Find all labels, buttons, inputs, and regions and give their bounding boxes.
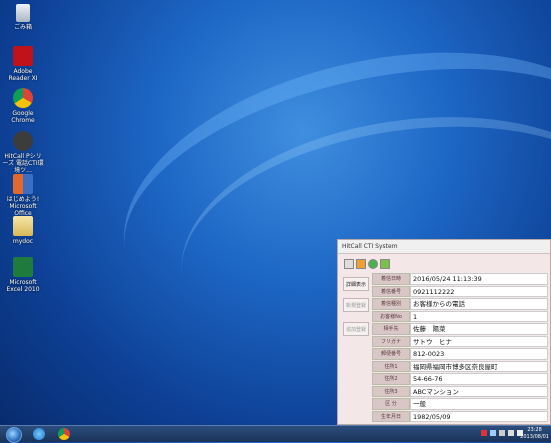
- field-value[interactable]: 0921112222: [410, 285, 548, 297]
- tray-app-icon[interactable]: [481, 430, 487, 436]
- detail-view-button[interactable]: 詳細表示: [343, 277, 369, 291]
- field-label: 住所1: [372, 360, 410, 372]
- table-row: 区 分一般: [372, 398, 548, 410]
- field-value[interactable]: 812-0023: [410, 348, 548, 360]
- network-icon[interactable]: [508, 430, 514, 436]
- field-value[interactable]: サトウ ヒナ: [410, 335, 548, 347]
- field-value[interactable]: 福岡県福岡市博多区奈良屋町: [410, 360, 548, 372]
- desktop-icon-office[interactable]: はじめよう! Microsoft Office: [2, 174, 44, 217]
- clock-date: 2013/08/01: [520, 434, 549, 440]
- field-value[interactable]: 1: [410, 310, 548, 322]
- recycle-bin-icon: [16, 4, 30, 22]
- field-label: 相手先: [372, 323, 410, 335]
- field-value[interactable]: お客様からの電話: [410, 298, 548, 310]
- desktop-icon-recycle-bin[interactable]: ごみ箱: [2, 4, 44, 31]
- cti-window: HitCall CTI System 詳細表示 新規登録 追加登録 着信日時 20…: [337, 239, 551, 425]
- table-row: 着信番号 0921112222: [372, 285, 548, 297]
- clock-time: 23:28: [527, 427, 542, 433]
- ie-taskbar-icon[interactable]: [33, 428, 45, 440]
- add-register-button[interactable]: 追加登録: [343, 322, 369, 336]
- desktop-icon-label: Adobe Reader XI: [8, 68, 38, 82]
- field-label: 住所3: [372, 385, 410, 397]
- desktop-icon-label: はじめよう! Microsoft Office: [6, 196, 40, 217]
- table-row: 着信日時 2016/05/24 11:13:39: [372, 273, 548, 285]
- desktop-icon-hitcall[interactable]: HitCall Pシリーズ 電話CTI環境ツ...: [2, 131, 44, 174]
- field-label: お客様No: [372, 310, 410, 322]
- desktop-icon-label: ごみ箱: [13, 24, 32, 31]
- chrome-icon: [13, 88, 33, 108]
- field-value[interactable]: 一般: [410, 398, 548, 410]
- field-label: 生年月日: [372, 410, 410, 422]
- field-label: フリガナ: [372, 335, 410, 347]
- table-row: フリガナ サトウ ヒナ: [372, 335, 548, 347]
- field-value[interactable]: ABCマンション: [410, 385, 548, 397]
- field-label: 着信種別: [372, 298, 410, 310]
- adobe-reader-icon: [13, 46, 33, 66]
- table-row: 郵便番号 812-0023: [372, 348, 548, 360]
- table-row: 着信種別 お客様からの電話: [372, 298, 548, 310]
- ime-icon[interactable]: [490, 430, 496, 436]
- window-toolbar: [344, 259, 390, 271]
- desktop-icon-mydoc[interactable]: mydoc: [2, 216, 44, 245]
- table-row: 住所1 福岡県福岡市博多区奈良屋町: [372, 360, 548, 372]
- settings-icon[interactable]: [380, 259, 390, 269]
- desktop-icon-chrome[interactable]: Google Chrome: [2, 88, 44, 124]
- caller-info-table: 着信日時 2016/05/24 11:13:39 着信番号 0921112222 着…: [372, 273, 548, 423]
- field-value[interactable]: 佐藤 陽菜: [410, 323, 548, 335]
- excel-icon: [13, 257, 33, 277]
- desktop-icon-label: Microsoft Excel 2010: [6, 279, 40, 293]
- table-row: 住所3 ABCマンション: [372, 385, 548, 397]
- window-title: HitCall CTI System: [338, 240, 550, 254]
- desktop-icon-adobe-reader[interactable]: Adobe Reader XI: [2, 46, 44, 82]
- new-register-button[interactable]: 新規登録: [343, 298, 369, 312]
- flag-icon[interactable]: [499, 430, 505, 436]
- field-label: 着信日時: [372, 273, 410, 285]
- field-value[interactable]: 1982/05/09: [410, 410, 548, 422]
- taskbar-clock[interactable]: 23:28 2013/08/01: [520, 427, 549, 441]
- desktop-icon-label: mydoc: [12, 238, 34, 245]
- office-icon: [13, 174, 33, 194]
- table-row: 住所2 54-66-76: [372, 373, 548, 385]
- desktop-icon-excel[interactable]: Microsoft Excel 2010: [2, 257, 44, 293]
- chrome-taskbar-icon[interactable]: [58, 428, 70, 440]
- taskbar: 23:28 2013/08/01: [0, 425, 551, 443]
- record-icon[interactable]: [368, 259, 378, 269]
- detail-view-icon[interactable]: [344, 259, 354, 269]
- field-label: 郵便番号: [372, 348, 410, 360]
- field-label: 区 分: [372, 398, 410, 410]
- hitcall-icon: [13, 131, 33, 151]
- field-label: 着信番号: [372, 285, 410, 297]
- field-value[interactable]: 2016/05/24 11:13:39: [410, 273, 548, 285]
- field-label: 住所2: [372, 373, 410, 385]
- folder-icon: [13, 216, 33, 236]
- table-row: お客様No 1: [372, 310, 548, 322]
- desktop-icon-label: HitCall Pシリーズ 電話CTI環境ツ...: [2, 153, 44, 174]
- system-tray: [481, 430, 523, 436]
- field-value[interactable]: 54-66-76: [410, 373, 548, 385]
- minus-icon[interactable]: [356, 259, 366, 269]
- desktop-icon-label: Google Chrome: [11, 110, 35, 124]
- table-row: 生年月日 1982/05/09: [372, 410, 548, 422]
- table-row: 相手先 佐藤 陽菜: [372, 323, 548, 335]
